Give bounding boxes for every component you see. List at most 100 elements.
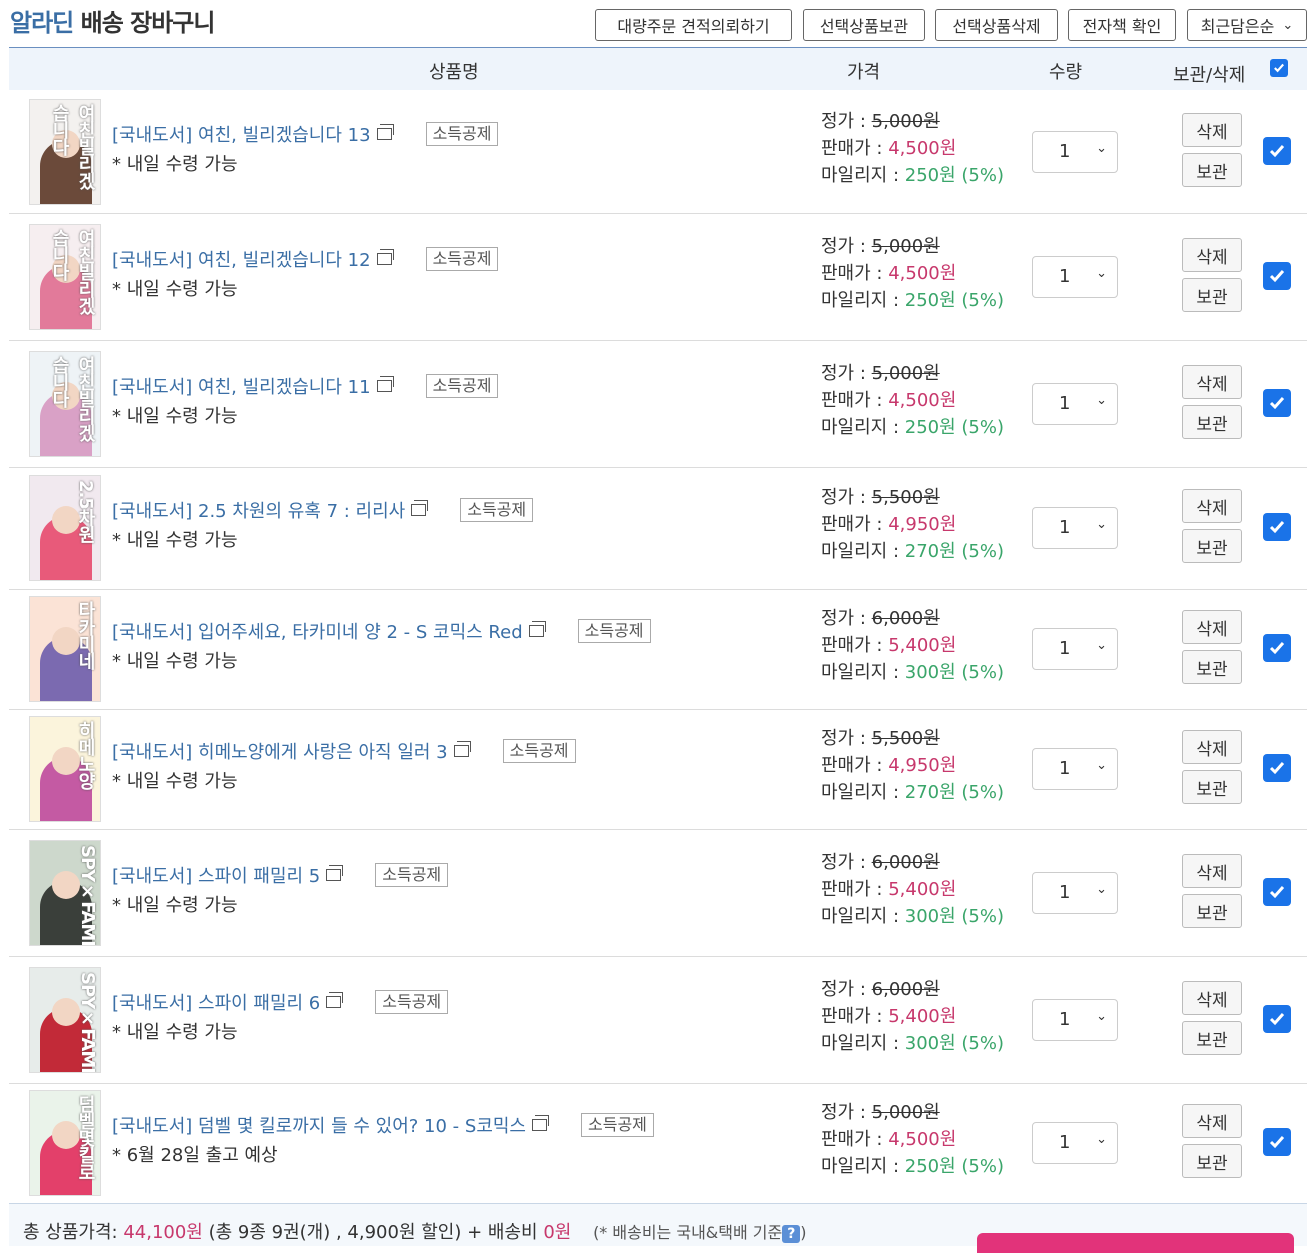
delete-button[interactable]: 삭제	[1182, 489, 1242, 523]
item-select-checkbox[interactable]	[1263, 262, 1291, 290]
book-cover-image[interactable]: SPY×FAMILY	[29, 840, 101, 946]
keep-button[interactable]: 보관	[1182, 278, 1242, 312]
sort-select[interactable]: 최근담은순 ⌄	[1187, 9, 1307, 41]
keep-button[interactable]: 보관	[1182, 405, 1242, 439]
mileage-value: 270원	[904, 782, 956, 803]
item-select-checkbox[interactable]	[1263, 878, 1291, 906]
item-select-checkbox[interactable]	[1263, 1005, 1291, 1033]
cart-item-row: 여친빌리겠습니다 [국내도서] 여친, 빌리겠습니다 12 소득공제 * 내일 …	[9, 213, 1307, 341]
new-window-icon[interactable]	[453, 741, 471, 757]
cover-title: 덤벨몇킬로	[75, 1095, 96, 1180]
new-window-icon[interactable]	[326, 865, 344, 881]
mileage-rate: (5%)	[961, 290, 1005, 311]
delete-button[interactable]: 삭제	[1182, 365, 1242, 399]
product-name-link[interactable]: [국내도서] 2.5 차원의 유혹 7 : 리리사	[112, 497, 405, 523]
quantity-select[interactable]: 1 ⌄	[1032, 507, 1118, 549]
book-cover-image[interactable]: 타카미네	[29, 596, 101, 702]
mileage-line: 마일리지 : 300원 (5%)	[821, 1030, 1004, 1057]
list-price-line: 정가 : 5,500원	[821, 725, 1004, 752]
book-cover-image[interactable]: 여친빌리겠습니다	[29, 351, 101, 457]
product-name-link[interactable]: [국내도서] 여친, 빌리겠습니다 13	[112, 121, 371, 147]
new-window-icon[interactable]	[411, 500, 429, 516]
sale-price-label: 판매가 :	[821, 635, 889, 656]
checkmark-icon	[1269, 397, 1285, 410]
product-name-link[interactable]: [국내도서] 여친, 빌리겠습니다 11	[112, 373, 371, 399]
quantity-select[interactable]: 1 ⌄	[1032, 748, 1118, 790]
sale-price-label: 판매가 :	[821, 1129, 889, 1150]
mileage-value: 300원	[904, 662, 956, 683]
delete-button[interactable]: 삭제	[1182, 1104, 1242, 1138]
book-cover-image[interactable]: 2.5차원	[29, 475, 101, 581]
keep-button[interactable]: 보관	[1182, 529, 1242, 563]
product-name-link[interactable]: [국내도서] 덤벨 몇 킬로까지 들 수 있어? 10 - S코믹스	[112, 1112, 526, 1138]
item-select-checkbox[interactable]	[1263, 513, 1291, 541]
sale-price-label: 판매가 :	[821, 138, 889, 159]
checkmark-icon	[1269, 1136, 1285, 1149]
order-button[interactable]	[977, 1233, 1294, 1253]
keep-button[interactable]: 보관	[1182, 894, 1242, 928]
delivery-info: * 내일 수령 가능	[112, 154, 238, 175]
new-window-icon[interactable]	[532, 1115, 549, 1131]
ebook-check-button[interactable]: 전자책 확인	[1068, 9, 1176, 41]
delete-button[interactable]: 삭제	[1182, 981, 1242, 1015]
chevron-down-icon: ⌄	[1096, 1009, 1107, 1024]
product-name-line: [국내도서] 2.5 차원의 유혹 7 : 리리사 소득공제	[112, 497, 534, 523]
list-price-line: 정가 : 5,000원	[821, 1099, 1004, 1126]
book-cover-image[interactable]: 덤벨몇킬로	[29, 1090, 101, 1196]
new-window-icon[interactable]	[326, 992, 344, 1008]
list-price-value: 5,000원	[871, 236, 940, 257]
book-cover-image[interactable]: 히메노양	[29, 716, 101, 822]
delete-button[interactable]: 삭제	[1182, 610, 1242, 644]
delivery-info: * 내일 수령 가능	[112, 651, 238, 672]
book-cover-image[interactable]: 여친빌리겠습니다	[29, 99, 101, 205]
product-name-link[interactable]: [국내도서] 히메노양에게 사랑은 아직 일러 3	[112, 738, 448, 764]
keep-button[interactable]: 보관	[1182, 1144, 1242, 1178]
item-select-checkbox[interactable]	[1263, 137, 1291, 165]
item-select-checkbox[interactable]	[1263, 754, 1291, 782]
quantity-select[interactable]: 1 ⌄	[1032, 999, 1118, 1041]
quantity-select[interactable]: 1 ⌄	[1032, 628, 1118, 670]
delete-button[interactable]: 삭제	[1182, 730, 1242, 764]
checkmark-icon	[1269, 521, 1285, 534]
cover-title: SPY×FAMILY	[77, 845, 98, 946]
new-window-icon[interactable]	[528, 621, 546, 637]
delete-selected-button[interactable]: 선택상품삭제	[935, 9, 1058, 41]
product-name-link[interactable]: [국내도서] 입어주세요, 타카미네 양 2 - S 코믹스 Red	[112, 618, 523, 644]
quantity-select[interactable]: 1 ⌄	[1032, 872, 1118, 914]
product-name-link[interactable]: [국내도서] 여친, 빌리겠습니다 12	[112, 246, 371, 272]
select-all-checkbox[interactable]	[1270, 59, 1288, 77]
new-window-icon[interactable]	[376, 124, 394, 140]
keep-button[interactable]: 보관	[1182, 153, 1242, 187]
checkmark-icon	[1269, 1013, 1285, 1026]
keep-selected-button[interactable]: 선택상품보관	[803, 9, 925, 41]
delete-button[interactable]: 삭제	[1182, 113, 1242, 147]
item-select-checkbox[interactable]	[1263, 1128, 1291, 1156]
keep-button[interactable]: 보관	[1182, 650, 1242, 684]
sale-price-label: 판매가 :	[821, 514, 889, 535]
delete-button[interactable]: 삭제	[1182, 238, 1242, 272]
quantity-select[interactable]: 1 ⌄	[1032, 131, 1118, 173]
product-name-link[interactable]: [국내도서] 스파이 패밀리 6	[112, 989, 320, 1015]
keep-button[interactable]: 보관	[1182, 770, 1242, 804]
brand-name[interactable]: 알라딘	[10, 9, 74, 37]
quantity-select[interactable]: 1 ⌄	[1032, 383, 1118, 425]
product-name-link[interactable]: [국내도서] 스파이 패밀리 5	[112, 862, 320, 888]
quantity-value: 1	[1059, 393, 1071, 414]
sale-price-value: 4,500원	[888, 263, 957, 284]
item-select-checkbox[interactable]	[1263, 389, 1291, 417]
new-window-icon[interactable]	[376, 376, 394, 392]
quantity-select[interactable]: 1 ⌄	[1032, 1122, 1118, 1164]
item-select-checkbox[interactable]	[1263, 634, 1291, 662]
cart-summary: 총 상품가격: 44,100원 (총 9종 9권(개) , 4,900원 할인)…	[9, 1203, 1307, 1253]
bulk-quote-button[interactable]: 대량주문 견적의뢰하기	[595, 9, 792, 41]
chevron-down-icon: ⌄	[1096, 638, 1107, 653]
keep-button[interactable]: 보관	[1182, 1021, 1242, 1055]
mileage-value: 300원	[904, 906, 956, 927]
delete-button[interactable]: 삭제	[1182, 854, 1242, 888]
new-window-icon[interactable]	[376, 249, 394, 265]
book-cover-image[interactable]: 여친빌리겠습니다	[29, 224, 101, 330]
cart-item-row: 히메노양 [국내도서] 히메노양에게 사랑은 아직 일러 3 소득공제 * 내일…	[9, 709, 1307, 830]
quantity-select[interactable]: 1 ⌄	[1032, 256, 1118, 298]
help-icon[interactable]: ?	[782, 1225, 801, 1243]
book-cover-image[interactable]: SPY×FAMILY	[29, 967, 101, 1073]
